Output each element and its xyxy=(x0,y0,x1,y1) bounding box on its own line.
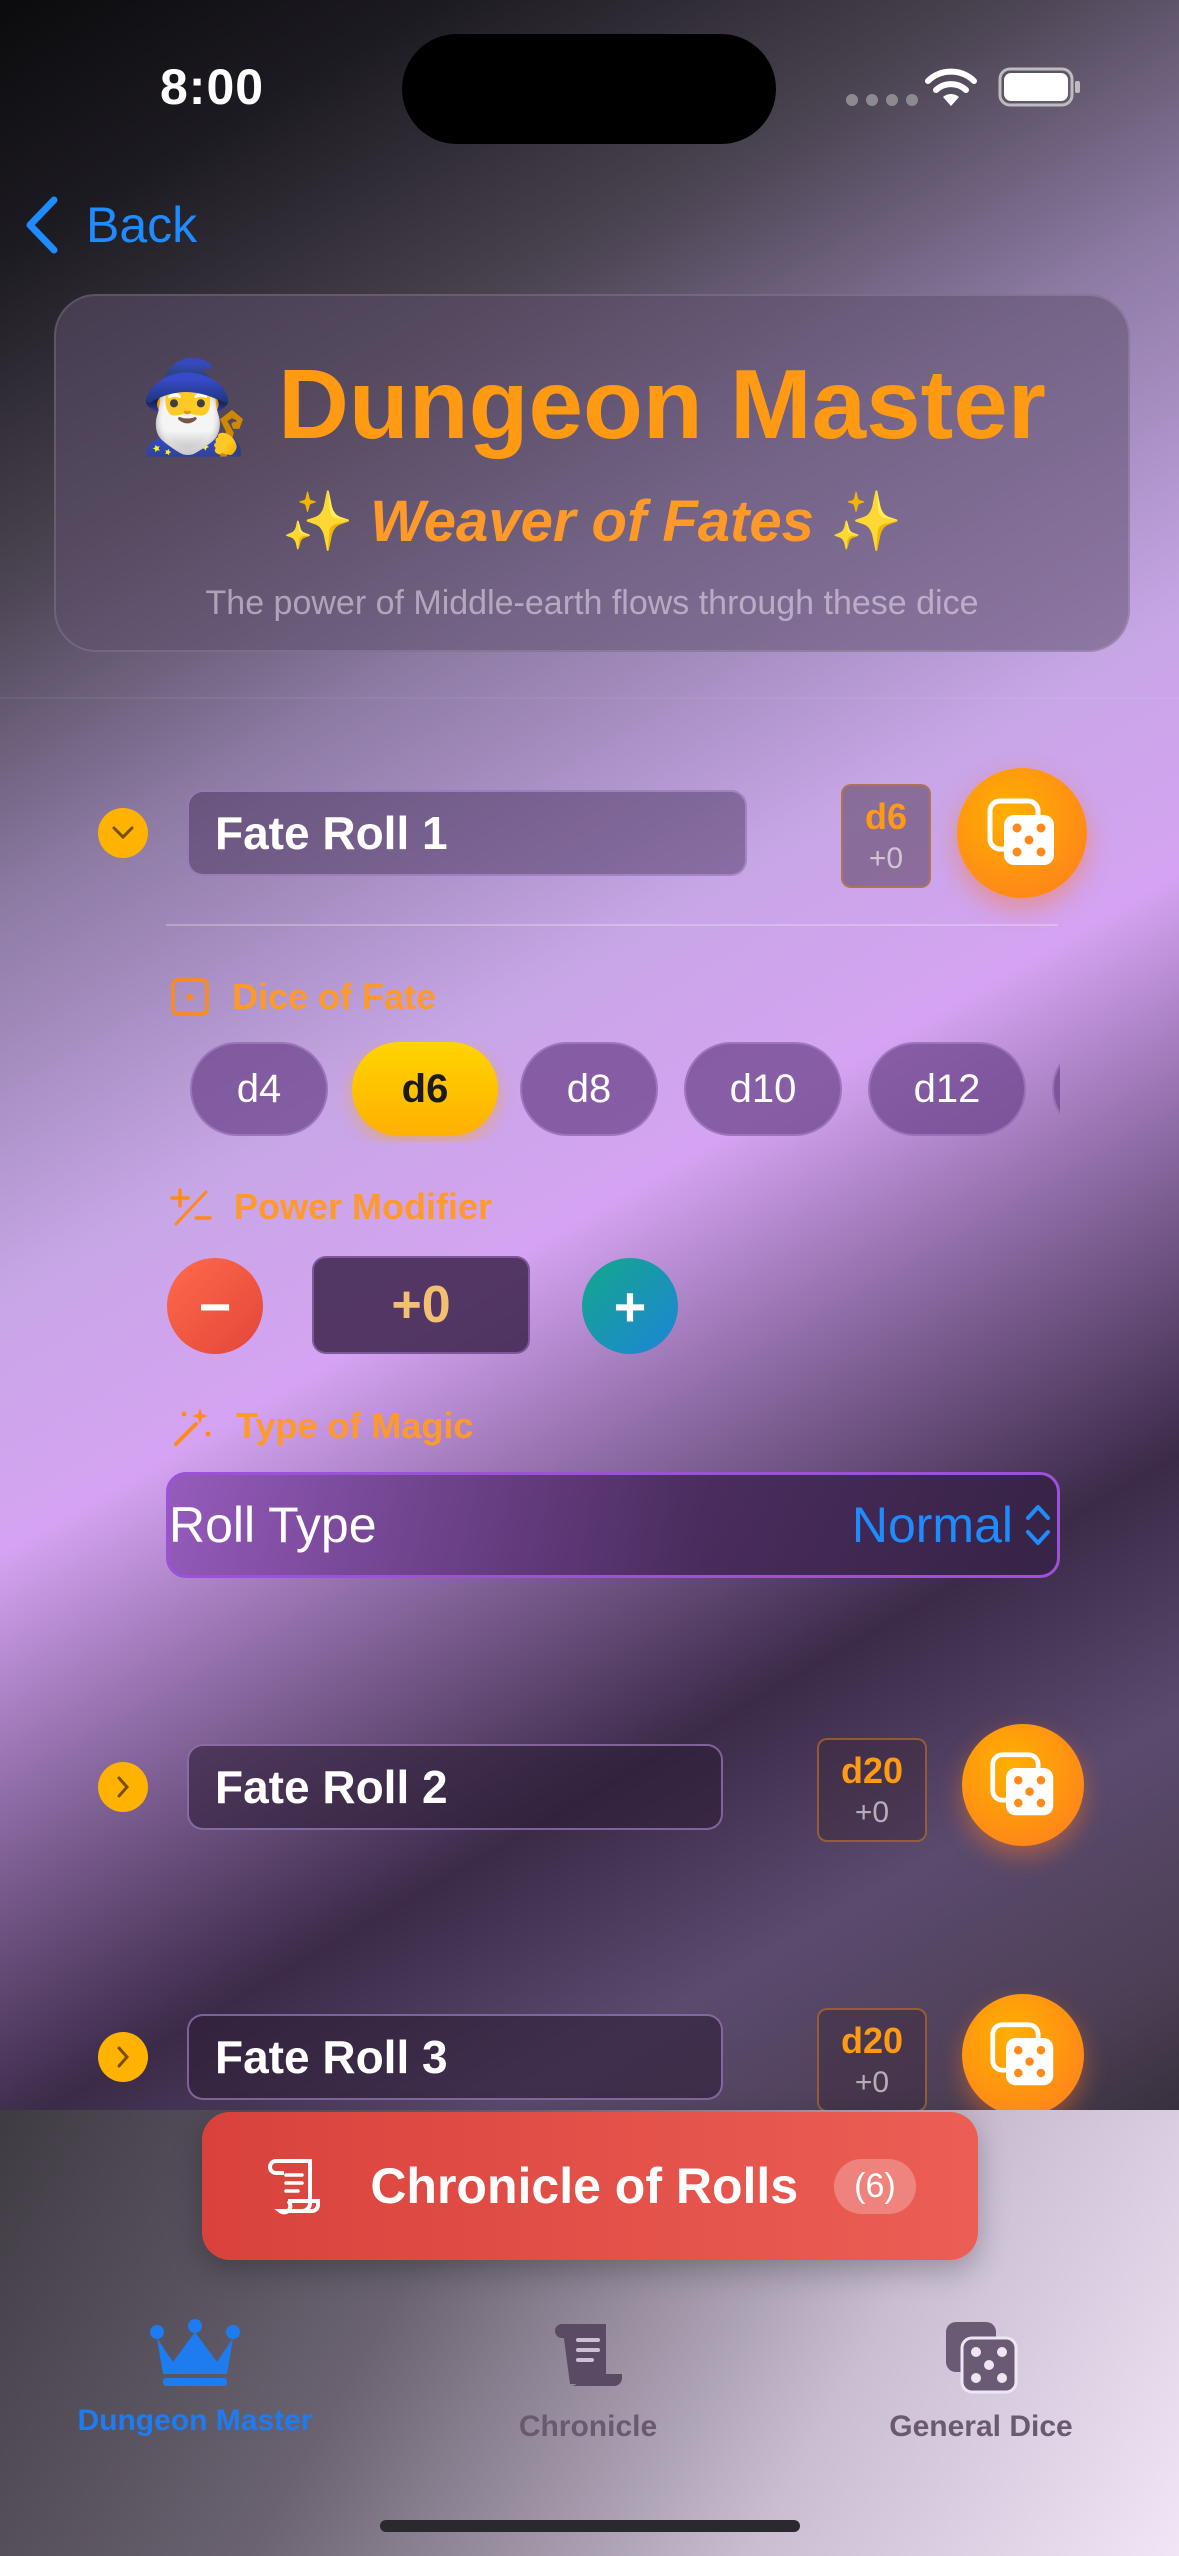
tab-dungeon-master[interactable]: Dungeon Master xyxy=(25,2318,365,2438)
status-time: 8:00 xyxy=(160,59,265,115)
roll-summary-badge: d20 +0 xyxy=(817,1738,927,1842)
roll-summary-badge: d6 +0 xyxy=(841,784,931,888)
home-indicator xyxy=(380,2520,800,2532)
die-option-d10[interactable]: d10 xyxy=(684,1042,842,1136)
roll-type-value: Normal xyxy=(851,1497,1013,1553)
dynamic-island xyxy=(402,34,776,144)
sparkles-icon: ✨ xyxy=(830,489,903,554)
tab-general-dice[interactable]: General Dice xyxy=(811,2318,1151,2444)
dice-icon xyxy=(990,1752,1054,1816)
scroll-icon xyxy=(555,2324,622,2386)
dice-of-fate-label: Dice of Fate xyxy=(170,976,436,1018)
roll-type-value-group: Normal xyxy=(852,1496,1053,1554)
type-of-magic-text: Type of Magic xyxy=(236,1405,474,1446)
up-down-chevron-icon xyxy=(1026,1505,1050,1545)
tab-label: Chronicle xyxy=(518,2410,658,2443)
chevron-right-icon xyxy=(117,2046,130,2068)
increase-modifier-button[interactable]: + xyxy=(582,1258,678,1354)
dice-icon xyxy=(987,798,1054,865)
dice-of-fate-text: Dice of Fate xyxy=(232,976,437,1017)
badge-die: d20 xyxy=(840,1750,904,1791)
dice-icon xyxy=(946,2322,1018,2394)
hero-description: The power of Middle-earth flows through … xyxy=(205,584,979,622)
badge-modifier: +0 xyxy=(854,2066,890,2099)
page-title-text: Dungeon Master xyxy=(278,349,1046,459)
die-option-more[interactable] xyxy=(1052,1042,1060,1136)
die-option-d6[interactable]: d6 xyxy=(352,1042,498,1136)
tab-label: General Dice xyxy=(889,2410,1073,2443)
chronicle-of-rolls-button[interactable]: Chronicle of Rolls (6) xyxy=(202,2112,978,2260)
plus-minus-icon xyxy=(170,1188,212,1226)
roll-name-field[interactable]: Fate Roll 3 xyxy=(187,2014,723,2100)
roll-name-field[interactable]: Fate Roll 2 xyxy=(187,1744,723,1830)
page-subtitle: ✨ Weaver of Fates ✨ xyxy=(56,488,1128,556)
battery-icon xyxy=(998,66,1082,113)
die-face-icon xyxy=(171,978,209,1016)
tab-chronicle[interactable]: Chronicle xyxy=(418,2318,758,2444)
chevron-down-icon xyxy=(112,826,134,840)
back-button[interactable]: Back xyxy=(24,196,197,254)
badge-die: d6 xyxy=(864,796,907,837)
subtitle-text: Weaver of Fates xyxy=(370,489,814,554)
dice-icon xyxy=(990,2022,1054,2086)
scroll-icon xyxy=(268,2159,321,2215)
badge-modifier: +0 xyxy=(854,1796,890,1829)
die-options: d4 d6 d8 d10 d12 xyxy=(190,1042,1060,1142)
badge-modifier: +0 xyxy=(868,842,904,875)
back-label: Back xyxy=(86,197,198,253)
cellular-signal-icon xyxy=(846,94,918,106)
section-divider xyxy=(0,697,1179,699)
chevron-left-icon xyxy=(26,196,58,254)
page-title: 🧙‍♂️ Dungeon Master xyxy=(56,348,1128,461)
tab-label: Dungeon Master xyxy=(77,2404,313,2437)
die-option-d12[interactable]: d12 xyxy=(868,1042,1026,1136)
badge-die: d20 xyxy=(840,2020,904,2061)
expand-toggle[interactable] xyxy=(98,2032,148,2082)
wizard-emoji: 🧙‍♂️ xyxy=(138,358,251,458)
die-option-d4[interactable]: d4 xyxy=(190,1042,328,1136)
type-of-magic-label: Type of Magic xyxy=(170,1404,473,1448)
roll-dice-button[interactable] xyxy=(957,768,1087,898)
header-card: 🧙‍♂️ Dungeon Master ✨ Weaver of Fates ✨ T… xyxy=(54,294,1130,652)
magic-wand-icon xyxy=(174,1408,211,1446)
die-option-d8[interactable]: d8 xyxy=(520,1042,658,1136)
roll-dice-button[interactable] xyxy=(962,1724,1084,1846)
modifier-value: +0 xyxy=(312,1256,530,1354)
roll-type-label: Roll Type xyxy=(169,1497,377,1553)
expand-toggle[interactable] xyxy=(98,1762,148,1812)
collapse-toggle[interactable] xyxy=(98,808,148,858)
decrease-modifier-button[interactable]: − xyxy=(167,1258,263,1354)
chronicle-count-badge: (6) xyxy=(834,2158,916,2214)
wifi-icon xyxy=(924,66,978,113)
chronicle-button-label: Chronicle of Rolls xyxy=(370,2158,799,2214)
roll-summary-badge: d20 +0 xyxy=(817,2008,927,2112)
roll-name-field[interactable]: Fate Roll 1 xyxy=(187,790,747,876)
sparkles-icon: ✨ xyxy=(281,489,354,554)
roll-dice-button[interactable] xyxy=(962,1994,1084,2116)
chevron-right-icon xyxy=(117,1776,130,1798)
power-modifier-text: Power Modifier xyxy=(234,1186,493,1227)
roll-type-picker[interactable]: Roll Type Normal xyxy=(166,1472,1060,1578)
divider xyxy=(166,924,1058,926)
crown-icon xyxy=(150,2319,240,2386)
power-modifier-label: Power Modifier xyxy=(170,1186,492,1228)
